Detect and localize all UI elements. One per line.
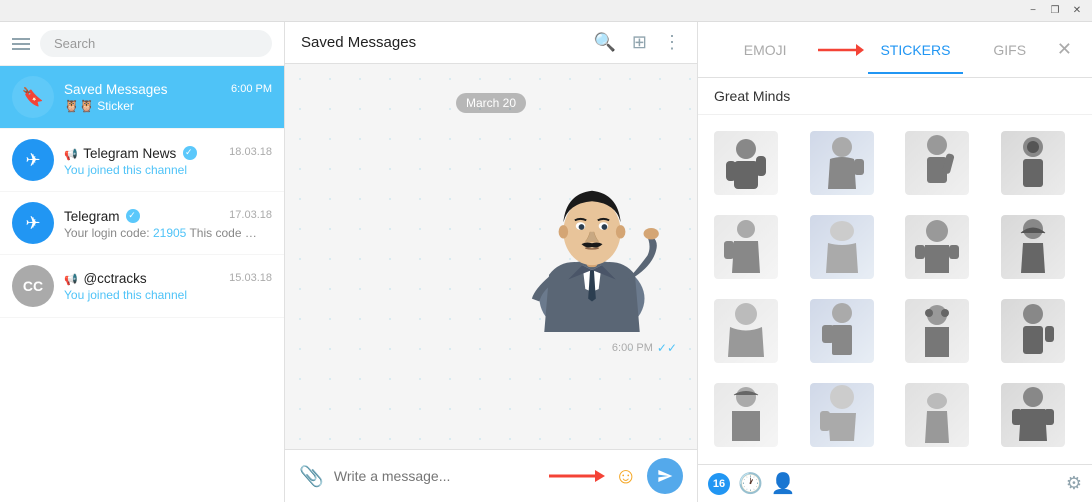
send-button[interactable] <box>647 458 683 494</box>
verified-icon <box>183 146 197 160</box>
chat-time: 6:00 PM <box>231 83 272 95</box>
message-bubble: 6:00 PM ✓✓ <box>305 122 677 355</box>
chat-name: Saved Messages <box>64 82 168 97</box>
close-button[interactable]: ✕ <box>1070 4 1084 18</box>
chat-item-saved[interactable]: 🔖 Saved Messages 6:00 PM 🦉🦉 Sticker <box>0 66 284 129</box>
sticker-cell-1[interactable] <box>706 123 786 203</box>
avatar-telegram-news: ✈ <box>12 139 54 181</box>
sticker-tesla <box>507 122 677 332</box>
send-icon <box>657 468 673 484</box>
tab-arrow <box>816 40 864 60</box>
panel-title: Great Minds <box>714 88 1076 104</box>
chat-name-row: Saved Messages 6:00 PM <box>64 82 272 97</box>
chat-title: Saved Messages <box>301 34 593 51</box>
chat-info-cctracks: 📢 @cctracks 15.03.18 You joined this cha… <box>64 271 272 302</box>
app-body: Search 🔖 Saved Messages 6:00 PM 🦉🦉 Stick… <box>0 22 1092 502</box>
chat-time-tg: 17.03.18 <box>229 209 272 221</box>
megaphone-icon-cc: 📢 <box>64 274 78 286</box>
sidebar: Search 🔖 Saved Messages 6:00 PM 🦉🦉 Stick… <box>0 22 285 502</box>
message-input[interactable] <box>334 468 535 484</box>
sidebar-header: Search <box>0 22 284 66</box>
character-icon[interactable]: 👤 <box>771 471 796 496</box>
chat-name-row-tg: Telegram 17.03.18 <box>64 207 272 224</box>
title-bar: − ❐ ✕ <box>0 0 1092 22</box>
sticker-cell-4[interactable] <box>993 123 1073 203</box>
sticker-message: 6:00 PM ✓✓ <box>507 122 677 355</box>
chat-item-telegram[interactable]: ✈ Telegram 17.03.18 Your login code: 219… <box>0 192 284 255</box>
sticker-cell-9[interactable] <box>706 291 786 371</box>
sticker-cell-11[interactable] <box>897 291 977 371</box>
chat-preview-tg: Your login code: 21905 This code … <box>64 226 272 240</box>
sticker-cell-12[interactable] <box>993 291 1073 371</box>
chat-name-tg: Telegram <box>64 207 140 224</box>
columns-icon[interactable]: ⊞ <box>632 32 647 53</box>
hamburger-menu[interactable] <box>12 38 30 50</box>
avatar-cctracks: CC <box>12 265 54 307</box>
chat-name-tn: 📢 Telegram News <box>64 144 197 161</box>
chat-info-telegram: Telegram 17.03.18 Your login code: 21905… <box>64 207 272 240</box>
panel-title-bar: Great Minds <box>698 78 1092 115</box>
chat-time-cc: 15.03.18 <box>229 272 272 284</box>
sticker-panel: EMOJI STICKERS GIFS ✕ Great Minds <box>697 22 1092 502</box>
sticker-cell-2[interactable] <box>802 123 882 203</box>
tab-stickers[interactable]: STICKERS <box>868 26 962 74</box>
chat-item-cctracks[interactable]: CC 📢 @cctracks 15.03.18 You joined this … <box>0 255 284 318</box>
minimize-button[interactable]: − <box>1026 4 1040 18</box>
sticker-cell-16[interactable] <box>993 375 1073 455</box>
settings-icon[interactable]: ⚙ <box>1066 473 1082 494</box>
chat-header: Saved Messages 🔍 ⊞ ⋮ <box>285 22 697 64</box>
input-area: 📎 ☺ <box>285 449 697 502</box>
sticker-cell-6[interactable] <box>802 207 882 287</box>
chat-time-tn: 18.03.18 <box>229 146 272 158</box>
chat-area: Saved Messages 🔍 ⊞ ⋮ March 20 <box>285 22 697 502</box>
megaphone-icon: 📢 <box>64 149 78 161</box>
arrow-indicator <box>545 464 605 488</box>
tab-emoji[interactable]: EMOJI <box>718 26 812 74</box>
sticker-cell-7[interactable] <box>897 207 977 287</box>
date-badge: March 20 <box>305 94 677 112</box>
chat-background: March 20 <box>285 64 697 449</box>
sticker-tabs-bar: EMOJI STICKERS GIFS ✕ <box>698 22 1092 78</box>
search-input[interactable]: Search <box>40 30 272 57</box>
sticker-cell-15[interactable] <box>897 375 977 455</box>
clock-icon[interactable]: 🕐 <box>738 471 763 496</box>
sticker-grid <box>698 115 1092 464</box>
chat-name-row-cc: 📢 @cctracks 15.03.18 <box>64 271 272 286</box>
message-time: 6:00 PM ✓✓ <box>507 341 677 355</box>
recent-badge[interactable]: 16 <box>708 473 730 495</box>
sticker-cell-5[interactable] <box>706 207 786 287</box>
attach-button[interactable]: 📎 <box>299 464 324 489</box>
sticker-cell-13[interactable] <box>706 375 786 455</box>
chat-list: 🔖 Saved Messages 6:00 PM 🦉🦉 Sticker ✈ 📢 <box>0 66 284 502</box>
verified-icon-tg <box>126 209 140 223</box>
delivery-check: ✓✓ <box>657 341 677 355</box>
chat-preview: 🦉🦉 Sticker <box>64 99 272 113</box>
chat-name-row-tn: 📢 Telegram News 18.03.18 <box>64 144 272 161</box>
chat-preview-tn: You joined this channel <box>64 163 272 177</box>
sticker-cell-10[interactable] <box>802 291 882 371</box>
sticker-footer: 16 🕐 👤 ⚙ <box>698 464 1092 502</box>
panel-close-button[interactable]: ✕ <box>1057 39 1072 60</box>
tab-gifs[interactable]: GIFS <box>963 26 1057 74</box>
emoji-button[interactable]: ☺ <box>615 463 637 489</box>
avatar-saved: 🔖 <box>12 76 54 118</box>
search-icon[interactable]: 🔍 <box>593 32 615 53</box>
sticker-cell-14[interactable] <box>802 375 882 455</box>
chat-item-telegram-news[interactable]: ✈ 📢 Telegram News 18.03.18 You joined th… <box>0 129 284 192</box>
chat-name-cc: 📢 @cctracks <box>64 271 147 286</box>
restore-button[interactable]: ❐ <box>1048 4 1062 18</box>
sticker-cell-8[interactable] <box>993 207 1073 287</box>
avatar-telegram: ✈ <box>12 202 54 244</box>
chat-info-telegram-news: 📢 Telegram News 18.03.18 You joined this… <box>64 144 272 177</box>
sticker-cell-3[interactable] <box>897 123 977 203</box>
header-icons: 🔍 ⊞ ⋮ <box>593 32 681 53</box>
chat-info-saved: Saved Messages 6:00 PM 🦉🦉 Sticker <box>64 82 272 113</box>
chat-preview-cc: You joined this channel <box>64 288 272 302</box>
more-icon[interactable]: ⋮ <box>663 32 681 53</box>
